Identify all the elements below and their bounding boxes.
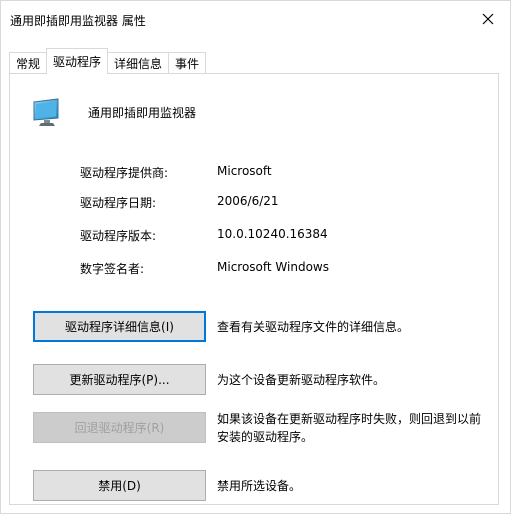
tab-details[interactable]: 详细信息 bbox=[107, 52, 170, 74]
roll-back-driver-description: 如果该设备在更新驱动程序时失败，则回退到以前安装的驱动程序。 bbox=[217, 412, 482, 444]
device-name: 通用即插即用监视器 bbox=[88, 106, 197, 120]
disable-description: 禁用所选设备。 bbox=[217, 479, 302, 493]
window-title: 通用即插即用监视器 属性 bbox=[10, 14, 146, 28]
date-label: 驱动程序日期: bbox=[80, 196, 157, 210]
tab-strip: 常规 驱动程序 详细信息 事件 bbox=[9, 48, 207, 74]
tab-events[interactable]: 事件 bbox=[168, 52, 207, 74]
tab-general[interactable]: 常规 bbox=[9, 52, 48, 74]
driver-details-description: 查看有关驱动程序文件的详细信息。 bbox=[217, 320, 410, 334]
title-bar: 通用即插即用监视器 属性 bbox=[1, 1, 510, 37]
date-value: 2006/6/21 bbox=[217, 194, 279, 208]
version-label: 驱动程序版本: bbox=[80, 229, 157, 243]
properties-dialog: 通用即插即用监视器 属性 常规 驱动程序 详细信息 事件 通用即插即用监视器 驱… bbox=[0, 0, 511, 514]
provider-label: 驱动程序提供商: bbox=[80, 166, 169, 180]
version-value: 10.0.10240.16384 bbox=[217, 227, 328, 241]
driver-tab-panel: 通用即插即用监视器 驱动程序提供商: Microsoft 驱动程序日期: 200… bbox=[9, 73, 499, 505]
monitor-icon bbox=[33, 98, 59, 126]
disable-button[interactable]: 禁用(D) bbox=[33, 470, 206, 501]
close-button[interactable] bbox=[465, 1, 510, 37]
close-icon bbox=[482, 13, 493, 25]
roll-back-driver-button[interactable]: 回退驱动程序(R) bbox=[33, 412, 206, 443]
driver-details-button[interactable]: 驱动程序详细信息(I) bbox=[33, 311, 206, 342]
update-driver-description: 为这个设备更新驱动程序软件。 bbox=[217, 373, 386, 387]
update-driver-button[interactable]: 更新驱动程序(P)... bbox=[33, 364, 206, 395]
signer-label: 数字签名者: bbox=[80, 262, 145, 276]
provider-value: Microsoft bbox=[217, 164, 272, 178]
tab-driver[interactable]: 驱动程序 bbox=[46, 48, 109, 74]
signer-value: Microsoft Windows bbox=[217, 260, 329, 274]
